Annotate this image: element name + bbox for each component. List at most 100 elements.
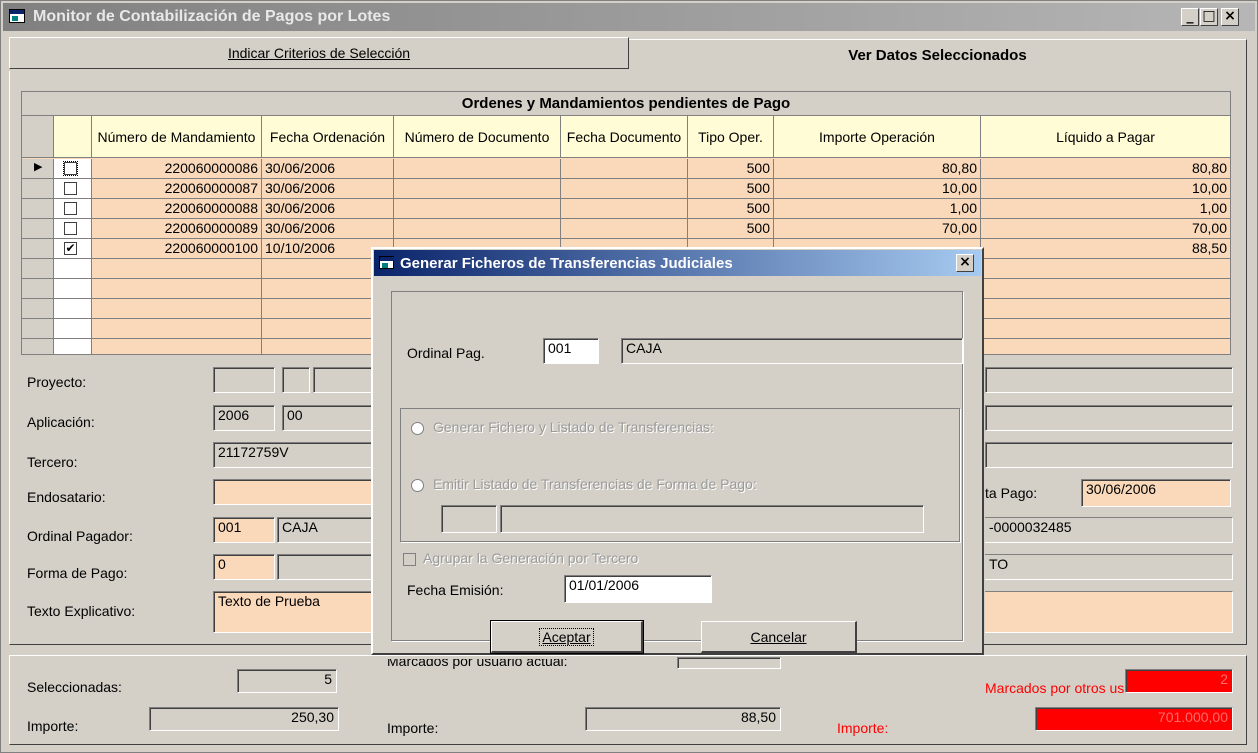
aceptar-button[interactable]: Aceptar bbox=[490, 620, 644, 654]
grid-cell-mandamiento[interactable]: 220060000086 bbox=[92, 159, 262, 179]
proyecto-field-1[interactable] bbox=[213, 367, 275, 393]
grid-cell-mandamiento[interactable]: 220060000100 bbox=[92, 239, 262, 259]
grid-cell-liquido[interactable] bbox=[981, 299, 1230, 319]
grid-cell-num-doc[interactable] bbox=[394, 179, 561, 199]
dialog-title-bar[interactable]: Generar Ficheros de Transferencias Judic… bbox=[374, 250, 981, 276]
row-checkbox[interactable] bbox=[63, 161, 78, 176]
grid-cell-mandamiento[interactable] bbox=[92, 319, 262, 339]
row-selector[interactable] bbox=[22, 199, 54, 219]
grid-cell-tipo[interactable]: 500 bbox=[688, 159, 774, 179]
grid-cell-liquido[interactable]: 10,00 bbox=[981, 179, 1230, 199]
proyecto-field-2[interactable] bbox=[282, 367, 310, 393]
grid-cell-mandamiento[interactable] bbox=[92, 259, 262, 279]
grid-cell-mandamiento[interactable] bbox=[92, 279, 262, 299]
grid-cell-fecha[interactable]: 30/06/2006 bbox=[262, 199, 394, 219]
grid-cell-liquido[interactable]: 88,50 bbox=[981, 239, 1230, 259]
endosatario-field[interactable] bbox=[213, 479, 373, 505]
grid-cell-mandamiento[interactable]: 220060000087 bbox=[92, 179, 262, 199]
to-field[interactable]: TO bbox=[985, 554, 1233, 580]
grid-header-mandamiento[interactable]: Número de Mandamiento bbox=[92, 116, 262, 158]
cancelar-button[interactable]: Cancelar bbox=[701, 621, 857, 653]
aplicacion-year-field[interactable]: 2006 bbox=[213, 405, 275, 431]
agrupar-checkbox[interactable] bbox=[403, 553, 416, 566]
tab-criterios[interactable]: Indicar Criterios de Selección bbox=[9, 37, 629, 69]
dialog-ordinal-code[interactable]: 001 bbox=[543, 338, 599, 364]
radio-emitir-listado[interactable] bbox=[411, 479, 424, 492]
forma-pago-code-field[interactable] bbox=[441, 505, 497, 533]
grid-cell-liquido[interactable] bbox=[981, 279, 1230, 299]
right-texto-field[interactable] bbox=[985, 591, 1233, 633]
close-button[interactable]: × bbox=[1221, 8, 1239, 26]
grid-cell-importe[interactable]: 1,00 bbox=[774, 199, 981, 219]
fecha-emision-input[interactable]: 01/01/2006 bbox=[564, 575, 712, 603]
grid-header-importe[interactable]: Importe Operación bbox=[774, 116, 981, 158]
dialog-close-button[interactable]: × bbox=[956, 254, 974, 272]
radio-generar-fichero[interactable] bbox=[411, 422, 424, 435]
row-selector[interactable] bbox=[22, 219, 54, 239]
forma-pago-name-field[interactable] bbox=[500, 505, 924, 533]
right-field-1[interactable] bbox=[985, 367, 1233, 393]
grid-cell-mandamiento[interactable]: 220060000088 bbox=[92, 199, 262, 219]
grid-cell-fecha[interactable]: 30/06/2006 bbox=[262, 179, 394, 199]
row-selector[interactable] bbox=[22, 179, 54, 199]
grid-cell-liquido[interactable]: 70,00 bbox=[981, 219, 1230, 239]
minimize-button[interactable]: _ bbox=[1181, 8, 1199, 26]
grid-cell-mandamiento[interactable]: 220060000089 bbox=[92, 219, 262, 239]
row-selector[interactable] bbox=[22, 259, 54, 279]
maximize-button[interactable]: □ bbox=[1200, 8, 1218, 26]
tab-ver-datos[interactable]: Ver Datos Seleccionados bbox=[629, 39, 1247, 71]
tercero-field[interactable]: 21172759V bbox=[213, 442, 373, 468]
grid-cell-num-doc[interactable] bbox=[394, 219, 561, 239]
grid-header-fecha[interactable]: Fecha Ordenación bbox=[262, 116, 394, 158]
grid-cell-num-doc[interactable] bbox=[394, 159, 561, 179]
ordinal-pagador-code[interactable]: 001 bbox=[213, 517, 275, 543]
row-checkbox[interactable] bbox=[64, 182, 77, 195]
right-field-3[interactable] bbox=[985, 442, 1233, 468]
grid-header-fecha-doc[interactable]: Fecha Documento bbox=[561, 116, 688, 158]
grid-cell-fecha-doc[interactable] bbox=[561, 219, 688, 239]
grid-header-num-doc[interactable]: Número de Documento bbox=[394, 116, 561, 158]
grid-cell-importe[interactable]: 80,80 bbox=[774, 159, 981, 179]
row-selector[interactable] bbox=[22, 279, 54, 299]
texto-explicativo-field[interactable]: Texto de Prueba bbox=[213, 591, 373, 633]
grid-cell-liquido[interactable] bbox=[981, 319, 1230, 339]
grid-cell-tipo[interactable]: 500 bbox=[688, 219, 774, 239]
main-title-bar[interactable]: Monitor de Contabilización de Pagos por … bbox=[3, 3, 1255, 31]
grid-cell-fecha-doc[interactable] bbox=[561, 199, 688, 219]
grid-cell-num-doc[interactable] bbox=[394, 199, 561, 219]
ref-field[interactable]: -0000032485 bbox=[985, 517, 1233, 543]
grid-cell-fecha-doc[interactable] bbox=[561, 159, 688, 179]
grid-header-liquido[interactable]: Líquido a Pagar bbox=[981, 116, 1230, 158]
row-selector[interactable] bbox=[22, 319, 54, 339]
row-selector[interactable] bbox=[22, 239, 54, 259]
fecha-pago-field[interactable]: 30/06/2006 bbox=[1081, 479, 1231, 507]
grid-cell-importe[interactable]: 10,00 bbox=[774, 179, 981, 199]
row-checkbox[interactable] bbox=[64, 222, 77, 235]
row-checkbox[interactable] bbox=[64, 202, 77, 215]
aplicacion-code-field[interactable]: 00 bbox=[282, 405, 372, 431]
grid-cell-liquido[interactable] bbox=[981, 259, 1230, 279]
grid-cell-fecha-doc[interactable] bbox=[561, 179, 688, 199]
grid-cell-liquido[interactable]: 1,00 bbox=[981, 199, 1230, 219]
grid-cell-mandamiento[interactable] bbox=[92, 299, 262, 319]
row-selector[interactable] bbox=[22, 339, 54, 354]
grid-cell-mandamiento[interactable] bbox=[92, 339, 262, 354]
grid-cell-tipo[interactable]: 500 bbox=[688, 179, 774, 199]
row-selector[interactable] bbox=[22, 299, 54, 319]
grid-cell-liquido[interactable] bbox=[981, 339, 1230, 354]
forma-pago-name[interactable] bbox=[277, 554, 373, 580]
grid-cell-tipo[interactable]: 500 bbox=[688, 199, 774, 219]
ordinal-pagador-label: Ordinal Pagador: bbox=[27, 528, 133, 544]
grid-cell-liquido[interactable]: 80,80 bbox=[981, 159, 1230, 179]
right-field-2[interactable] bbox=[985, 405, 1233, 431]
grid-header-tipo[interactable]: Tipo Oper. bbox=[688, 116, 774, 158]
row-selector[interactable]: ▶ bbox=[22, 159, 54, 179]
grid-cell-fecha[interactable]: 30/06/2006 bbox=[262, 219, 394, 239]
app-icon[interactable] bbox=[9, 9, 25, 23]
grid-cell-fecha[interactable]: 30/06/2006 bbox=[262, 159, 394, 179]
grid-cell-importe[interactable]: 70,00 bbox=[774, 219, 981, 239]
row-checkbox[interactable]: ✔ bbox=[64, 242, 77, 255]
forma-pago-code[interactable]: 0 bbox=[213, 554, 275, 580]
proyecto-field-3[interactable] bbox=[313, 367, 373, 393]
ordinal-pagador-name[interactable]: CAJA bbox=[277, 517, 373, 543]
